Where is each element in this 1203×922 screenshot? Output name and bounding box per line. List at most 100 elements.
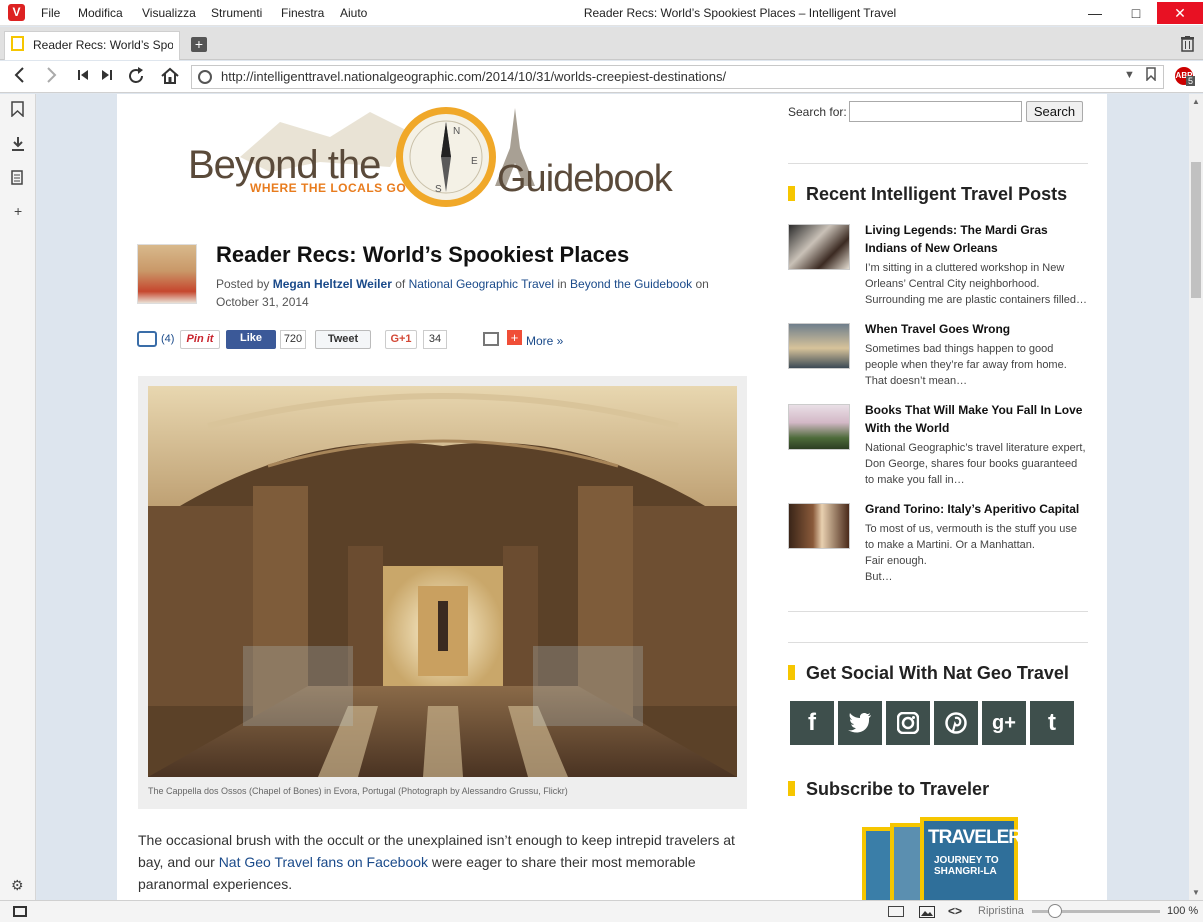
subscribe-heading: Subscribe to Traveler: [806, 779, 990, 799]
divider: [788, 611, 1088, 612]
pinterest-icon[interactable]: [934, 701, 978, 745]
google-plus-count: 34: [423, 330, 447, 349]
google-plus-button[interactable]: G+1: [385, 330, 417, 349]
bookmarks-panel-icon[interactable]: [11, 101, 24, 120]
facebook-like-button[interactable]: Like: [226, 330, 276, 349]
globe-icon[interactable]: [198, 70, 212, 84]
menu-visualizza[interactable]: Visualizza: [142, 6, 196, 20]
menu-modifica[interactable]: Modifica: [78, 6, 123, 20]
recent-posts-heading: Recent Intelligent Travel Posts: [806, 184, 1068, 204]
pinterest-button[interactable]: Pin it: [180, 330, 220, 349]
zoom-slider-handle[interactable]: [1048, 904, 1062, 918]
logo-guidebook: Guidebook: [497, 158, 673, 200]
divider: [788, 642, 1088, 643]
instagram-icon[interactable]: [886, 701, 930, 745]
rewind-icon[interactable]: [77, 66, 89, 89]
url-dropdown-icon[interactable]: ▼: [1124, 69, 1135, 81]
post-title-3[interactable]: Books That Will Make You Fall In Love Wi…: [865, 401, 1087, 437]
byline-prefix: Posted by: [216, 277, 270, 291]
reload-icon[interactable]: [126, 66, 146, 91]
comments-count[interactable]: (4): [161, 333, 174, 345]
menu-file[interactable]: File: [41, 6, 60, 20]
article-title: Reader Recs: World’s Spookiest Places: [216, 242, 630, 267]
article-byline: Posted by Megan Heltzel Weiler of Nation…: [216, 275, 736, 311]
back-icon[interactable]: [12, 66, 26, 89]
window-title: Reader Recs: World’s Spookiest Places – …: [583, 6, 897, 20]
search-button[interactable]: Search: [1026, 101, 1083, 122]
photo-caption: The Cappella dos Ossos (Chapel of Bones)…: [148, 786, 568, 796]
downloads-panel-icon[interactable]: [11, 136, 25, 155]
fast-forward-icon[interactable]: [101, 66, 113, 89]
twitter-icon[interactable]: [838, 701, 882, 745]
tweet-button[interactable]: Tweet: [315, 330, 371, 349]
trash-icon[interactable]: [1181, 36, 1194, 55]
magazine-cover-line: JOURNEY TO SHANGRI-LA: [934, 855, 999, 877]
post-excerpt-4-line-2: Fair enough.: [865, 555, 927, 567]
magazine-title: TRAVELER: [928, 827, 1018, 848]
add-panel-plus-icon[interactable]: +: [14, 203, 22, 219]
post-title-1[interactable]: Living Legends: The Mardi Gras Indians o…: [865, 221, 1087, 257]
close-icon[interactable]: ✕: [1157, 2, 1203, 24]
zoom-reset-button[interactable]: Ripristina: [978, 905, 1024, 917]
facebook-fans-link[interactable]: Nat Geo Travel fans on Facebook: [219, 854, 428, 870]
search-input[interactable]: [849, 101, 1022, 122]
author-link[interactable]: Megan Heltzel Weiler: [273, 277, 392, 291]
post-excerpt-4: To most of us, vermouth is the stuff you…: [865, 521, 1089, 585]
menu-aiuto[interactable]: Aiuto: [340, 6, 367, 20]
more-share-plus-icon[interactable]: +: [507, 330, 522, 345]
tab-label[interactable]: Reader Recs: World’s Spookiest Places: [33, 38, 173, 52]
byline-in: in: [557, 277, 567, 291]
scroll-down-icon[interactable]: ▼: [1192, 888, 1200, 897]
facebook-icon[interactable]: f: [790, 701, 834, 745]
google-plus-icon[interactable]: g+: [982, 701, 1026, 745]
scroll-up-icon[interactable]: ▲: [1192, 97, 1200, 106]
svg-text:E: E: [471, 156, 478, 167]
post-thumb-mardi-gras[interactable]: [788, 224, 850, 270]
home-icon[interactable]: [160, 66, 180, 91]
menu-finestra[interactable]: Finestra: [281, 6, 324, 20]
more-share-link[interactable]: More »: [526, 334, 563, 348]
page-actions-icon[interactable]: <>: [948, 904, 962, 918]
facebook-like-count: 720: [280, 330, 306, 349]
post-excerpt-1: I’m sitting in a cluttered workshop in N…: [865, 262, 1087, 306]
menu-strumenti[interactable]: Strumenti: [211, 6, 262, 20]
blog-link[interactable]: Beyond the Guidebook: [570, 277, 692, 291]
images-toggle-icon[interactable]: [919, 905, 935, 922]
adblock-count-badge: 5: [1186, 76, 1196, 86]
traveler-magazine-covers[interactable]: TRAVELER JOURNEY TO SHANGRI-LA: [862, 817, 1018, 902]
new-tab-plus-icon[interactable]: +: [191, 37, 207, 52]
post-title-2[interactable]: When Travel Goes Wrong: [865, 320, 1087, 338]
notes-panel-icon[interactable]: [11, 170, 23, 188]
post-thumb-travel-wrong[interactable]: [788, 323, 850, 369]
author-avatar[interactable]: [137, 244, 197, 304]
bookmark-icon[interactable]: [1146, 67, 1156, 84]
email-icon[interactable]: [483, 332, 499, 346]
toggle-panel-icon[interactable]: [13, 906, 27, 917]
forward-icon[interactable]: [45, 66, 59, 89]
post-thumb-torino[interactable]: [788, 503, 850, 549]
byline-on: on: [695, 277, 709, 291]
tumblr-icon[interactable]: t: [1030, 701, 1074, 745]
scrollbar-thumb[interactable]: [1191, 162, 1201, 298]
settings-gear-icon[interactable]: ⚙: [11, 877, 24, 894]
chapel-of-bones-photo[interactable]: [148, 386, 737, 777]
maximize-icon[interactable]: □: [1116, 2, 1156, 24]
tab-bar: [0, 27, 1203, 60]
social-heading: Get Social With Nat Geo Travel: [806, 663, 1069, 683]
minimize-icon[interactable]: —: [1075, 2, 1115, 24]
post-excerpt-4-line-1: To most of us, vermouth is the stuff you…: [865, 523, 1077, 551]
publisher-link[interactable]: National Geographic Travel: [409, 277, 554, 291]
svg-text:S: S: [435, 184, 442, 195]
byline-of: of: [395, 277, 406, 291]
post-thumb-books[interactable]: [788, 404, 850, 450]
post-title-4[interactable]: Grand Torino: Italy’s Aperitivo Capital: [865, 500, 1087, 518]
comments-icon[interactable]: [137, 331, 157, 347]
article-paragraph: The occasional brush with the occult or …: [138, 829, 738, 895]
url-text[interactable]: http://intelligenttravel.nationalgeograp…: [221, 69, 726, 84]
page-tiling-icon[interactable]: [888, 906, 904, 917]
heading-accent: [788, 781, 795, 796]
natgeo-favicon-icon: [11, 36, 24, 51]
svg-text:N: N: [453, 126, 460, 137]
zoom-level: 100 %: [1167, 905, 1199, 917]
vivaldi-logo-icon[interactable]: V: [8, 4, 25, 21]
